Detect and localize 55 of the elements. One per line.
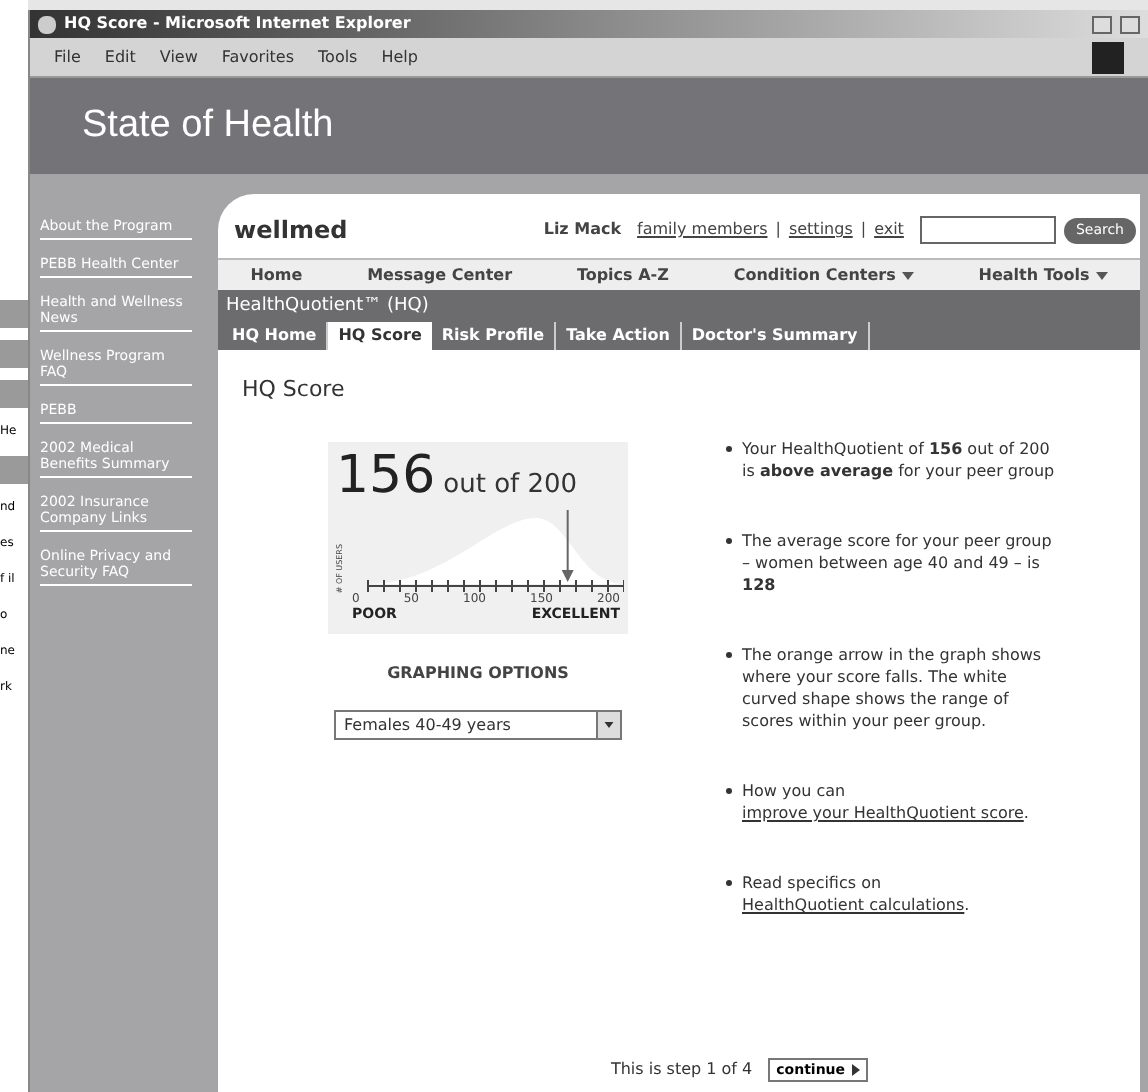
account-link[interactable]: family members [637,218,768,242]
account-link[interactable]: settings [788,218,853,242]
menu-item[interactable]: View [159,45,198,69]
browser-logo-icon [1092,41,1124,73]
wellmed-logo: wellmed [234,214,348,248]
menu-item[interactable]: Help [381,45,418,69]
bullet-icon [726,880,732,886]
background-bar [0,340,28,368]
background-bar [0,456,28,484]
link-separator: | [860,218,867,242]
browser-icon [38,15,56,33]
info-text: The orange arrow in the graph shows where your score falls. The white curved shape shows the range of scores within your peer group. [742,644,1044,732]
nav-link[interactable]: Home [250,263,303,287]
info-text: Read specifics on HealthQuotient calculations. [742,872,972,916]
minimize-icon[interactable] [1092,15,1112,33]
caret-icon [901,271,914,279]
bullet-icon [726,652,732,658]
maximize-icon[interactable] [1120,15,1140,33]
nav-link[interactable]: Health Tools [978,263,1108,287]
menu-item[interactable]: Edit [104,45,136,69]
caret-icon [1095,271,1108,279]
play-arrow-icon [851,1064,860,1076]
user-name: Liz Mack [543,218,622,242]
info-text: How you can improve your HealthQuotient score. [742,780,1031,824]
nav-link[interactable]: Topics A-Z [576,263,669,287]
bullet-icon [726,538,732,544]
step-indicator: This is step 1 of 4 [610,1058,753,1082]
graphing-options-title: GRAPHING OPTIONS [387,662,569,686]
background-bar [0,380,28,408]
section-title: HealthQuotient™ (HQ) [224,294,431,320]
window-title: HQ Score - Microsoft Internet Explorer [64,12,411,36]
nav-link[interactable]: Condition Centers [733,263,914,287]
info-text: The average score for your peer group – women between age 40 and 49 – is 128 [742,530,1054,596]
peer-group-select[interactable]: Females 40-49 years [334,710,622,740]
tab[interactable]: Doctor's Summary [681,321,870,349]
background-bar [0,300,28,328]
site-title: State of Health [82,101,334,150]
bullet-icon [726,788,732,794]
tab[interactable]: Risk Profile [431,321,557,349]
nav-link[interactable]: Message Center [367,263,513,287]
tab[interactable]: Take Action [556,321,682,349]
link-separator: | [775,218,781,242]
tab[interactable]: HQ Score [328,321,432,349]
menu-item[interactable]: Favorites [221,45,295,69]
search-field[interactable] [919,216,1056,244]
score-out-of: out of 200 [443,468,578,504]
info-link[interactable]: HealthQuotient calculations [742,896,965,914]
menu-item[interactable]: Tools [318,45,358,69]
score-value: 156 [336,450,436,502]
menu-item[interactable]: File [54,45,81,69]
page-title: HQ Score [242,373,347,405]
info-text: Your HealthQuotient of 156 out of 200 is above average for your peer group [742,438,1057,482]
account-link[interactable]: exit [874,218,904,242]
bullet-icon [726,446,732,452]
info-link[interactable]: improve your HealthQuotient score [742,804,1024,822]
